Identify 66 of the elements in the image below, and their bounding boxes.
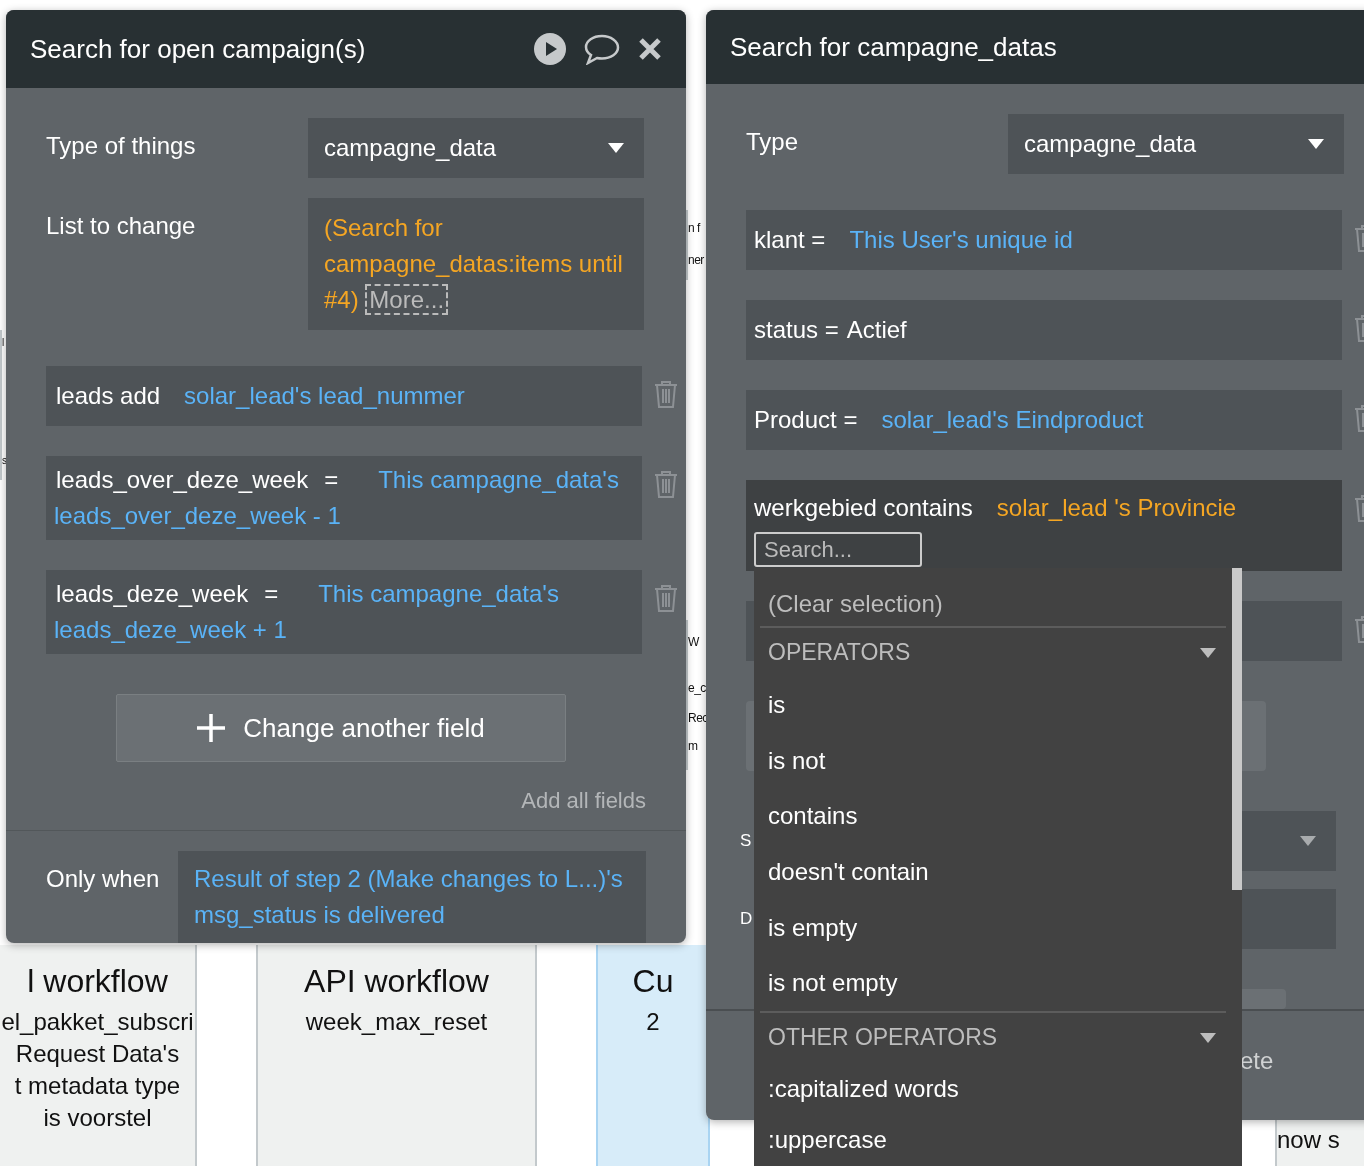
list-field[interactable]: (Search for campagne_datas:items until #4) More... bbox=[308, 198, 644, 330]
field-label: D bbox=[740, 909, 753, 928]
card-text: el_pakket_subscri bbox=[1, 1007, 194, 1037]
type-dropdown[interactable]: campagne_data bbox=[1008, 114, 1344, 174]
delete-button[interactable]: ete bbox=[1240, 1047, 1364, 1075]
field-label: Type of things bbox=[46, 131, 197, 160]
field-label: Type bbox=[746, 127, 800, 156]
card-text: is voorstel bbox=[43, 1103, 152, 1133]
card-text: 2 bbox=[646, 1007, 660, 1037]
menu-item[interactable]: (Clear selection) bbox=[760, 582, 1226, 626]
card-title: l workflow bbox=[27, 963, 168, 1000]
caret-icon bbox=[1200, 1032, 1216, 1043]
field-label: Only when bbox=[46, 864, 161, 893]
caret-icon bbox=[1308, 139, 1324, 149]
group-header[interactable]: OTHER OPERATORS bbox=[760, 1013, 1226, 1063]
card-text: now s bbox=[1277, 1125, 1340, 1155]
card-text: t metadata type bbox=[14, 1071, 181, 1101]
group-header[interactable]: OPERATORS bbox=[760, 627, 1226, 678]
card-text: m bbox=[688, 740, 698, 752]
menu-item[interactable]: is not bbox=[760, 732, 1226, 789]
menu-item[interactable]: :capitalized words bbox=[760, 1062, 1226, 1115]
type-dropdown[interactable]: campagne_data bbox=[308, 118, 644, 178]
plus-icon bbox=[197, 714, 226, 742]
card-text: W bbox=[688, 636, 699, 648]
scrollbar[interactable] bbox=[1232, 568, 1242, 890]
card-text: n f bbox=[688, 222, 700, 234]
panel-title: Search for open campaign(s) bbox=[30, 33, 367, 65]
card-text: ner bbox=[688, 254, 704, 266]
trash-icon[interactable] bbox=[654, 584, 678, 612]
card-text: e_c bbox=[688, 682, 706, 694]
more-link[interactable]: More... bbox=[365, 284, 449, 315]
card-text: l bbox=[2, 338, 4, 348]
panel-title: Search for campagne_datas bbox=[730, 31, 1058, 63]
caret-icon bbox=[608, 143, 624, 153]
caret-icon bbox=[1200, 647, 1216, 658]
constraint-row[interactable]: klant = This User's unique id bbox=[746, 210, 1342, 270]
field-label: List to change bbox=[46, 211, 197, 240]
add-field-button[interactable]: Change another field bbox=[116, 694, 566, 762]
change-row[interactable]: leads add solar_lead's lead_nummer bbox=[46, 366, 642, 426]
change-row[interactable]: leads_deze_week = This campagne_data's leads_deze_week + 1 bbox=[46, 570, 642, 654]
workflow-card[interactable]: Cu 2 bbox=[596, 945, 710, 1166]
comment-icon[interactable] bbox=[584, 33, 620, 65]
constraint-row[interactable]: Product = solar_lead's Eindproduct bbox=[746, 390, 1342, 450]
workflow-card[interactable]: l workflow el_pakket_subscri Request Data's t metadata type is voorstel bbox=[0, 945, 197, 1166]
menu-item[interactable]: doesn't contain bbox=[760, 844, 1226, 900]
menu-item[interactable]: is empty bbox=[760, 899, 1226, 956]
card-text: Request Data's bbox=[15, 1039, 180, 1069]
menu-item[interactable]: is bbox=[760, 677, 1226, 733]
menu-item[interactable]: is not empty bbox=[760, 955, 1226, 1012]
search-field[interactable]: Search... bbox=[754, 532, 922, 567]
workflow-card[interactable]: now s bbox=[1275, 1120, 1364, 1166]
constraint-row[interactable]: werkgebied contains solar_lead 's Provincie Search... bbox=[746, 480, 1342, 571]
field-label: S bbox=[740, 831, 752, 850]
play-icon[interactable] bbox=[534, 33, 566, 65]
menu-item[interactable]: :uppercase bbox=[760, 1114, 1226, 1166]
workflow-card[interactable]: API workflow week_max_reset bbox=[256, 945, 537, 1166]
card-title: Cu bbox=[632, 963, 674, 1000]
constraint-row[interactable]: status = Actief bbox=[746, 300, 1342, 360]
card-title: API workflow bbox=[304, 963, 489, 1000]
caret-icon bbox=[1300, 836, 1316, 846]
menu-item[interactable]: contains bbox=[760, 788, 1226, 845]
trash-icon[interactable] bbox=[654, 470, 678, 498]
close-icon[interactable] bbox=[638, 37, 662, 61]
trash-icon[interactable] bbox=[654, 380, 678, 408]
card-text: week_max_reset bbox=[305, 1007, 488, 1037]
change-row[interactable]: leads_over_deze_week = This campagne_data's leads_over_deze_week - 1 bbox=[46, 456, 642, 540]
